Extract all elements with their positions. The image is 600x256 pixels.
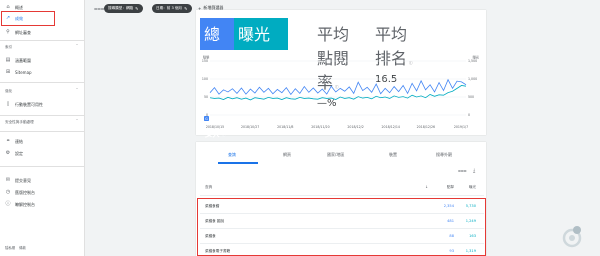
links-icon: ⚭ bbox=[5, 138, 11, 144]
terms-link[interactable]: 條款 bbox=[19, 245, 26, 250]
performance-chart: 點擊 曝光150 1,500100 1,00050 5000 02018/10/15 201… bbox=[202, 55, 480, 129]
sidebar-item-label: 網址審查 bbox=[15, 29, 31, 35]
home-icon: ⌂ bbox=[6, 4, 10, 10]
filter-icon[interactable]: ⩶ bbox=[458, 168, 467, 174]
tab-queries[interactable]: 查詢 bbox=[228, 152, 236, 158]
highlight-box bbox=[197, 198, 486, 256]
chevron-down-icon[interactable]: ˇ bbox=[76, 119, 78, 124]
info-icon: ⓘ bbox=[5, 201, 11, 207]
sidebar-item-label: 舊版控制台 bbox=[15, 189, 35, 195]
feedback-icon: ✉ bbox=[5, 177, 11, 183]
edit-icon: ✎ bbox=[135, 6, 139, 11]
sidebar-item-label: 行動裝置可用性 bbox=[15, 101, 43, 107]
sidebar-item-settings[interactable]: ⚙ 設定 bbox=[0, 148, 85, 159]
tab-search-appearance[interactable]: 搜尋外觀 bbox=[436, 152, 452, 158]
section-header-index: 索引 bbox=[5, 45, 13, 49]
sidebar-item-label: Sitemap bbox=[15, 70, 32, 75]
divider bbox=[0, 131, 85, 132]
sidebar-item-label: 提交意見 bbox=[15, 177, 31, 183]
gear-icon: ⚙ bbox=[5, 150, 11, 156]
series-line-clicks bbox=[209, 78, 467, 96]
section-header-security: 安全性與手動處理 bbox=[5, 120, 34, 124]
edit-icon: ✎ bbox=[184, 6, 188, 11]
coverage-icon: ▤ bbox=[5, 57, 11, 63]
sidebar-item-label: 連結 bbox=[15, 138, 23, 144]
sidebar-item-links[interactable]: ⚭ 連結 bbox=[0, 136, 85, 147]
sidebar-item-url-inspection[interactable]: ⚲ 網址審查 bbox=[0, 27, 85, 38]
tab-pages[interactable]: 網頁 bbox=[283, 152, 291, 158]
sidebar-item-label: 涵蓋範圍 bbox=[15, 57, 31, 63]
divider bbox=[0, 115, 85, 116]
filter-icon[interactable]: ⩶ bbox=[94, 5, 104, 13]
sidebar-item-old-version[interactable]: ◷ 舊版控制台 bbox=[0, 187, 85, 198]
metric-total-clicks[interactable]: 總點擊次數ⓘ 6600 bbox=[200, 18, 234, 157]
sidebar: ⌂ 概述 ↗ 成效 ⚲ 網址審查 索引 ˆ ▤ 涵蓋範圍 ⊞ Sitemap 強… bbox=[0, 0, 85, 256]
y-tick-right-label: 0 bbox=[468, 113, 470, 117]
x-tick-label: 2019/1/7 bbox=[454, 125, 468, 129]
y-tick-right-label: 500 bbox=[468, 95, 474, 99]
chip-label: 搜尋類型：網路 bbox=[108, 6, 134, 10]
x-tick-label: 2018/10/27 bbox=[241, 125, 259, 129]
x-tick-label: 2018/12/26 bbox=[417, 125, 435, 129]
sidebar-item-label: 設定 bbox=[15, 150, 23, 156]
sidebar-item-sitemaps[interactable]: ⊞ Sitemap bbox=[0, 67, 85, 78]
sidebar-item-coverage[interactable]: ▤ 涵蓋範圍 bbox=[0, 55, 85, 66]
filter-chip-search-type[interactable]: 搜尋類型：網路 ✎ bbox=[104, 4, 143, 13]
y-tick-left-label: 50 bbox=[204, 95, 208, 99]
sidebar-item-label: 瞭解控制台 bbox=[15, 201, 35, 207]
y-tick-left-label: 100 bbox=[202, 77, 208, 81]
x-tick-label: 2018/11/8 bbox=[277, 125, 293, 129]
download-icon[interactable]: ⤓ bbox=[473, 168, 475, 174]
phone-icon: ▯ bbox=[6, 101, 10, 107]
x-tick-label: 2018/12/2 bbox=[347, 125, 363, 129]
tab-devices[interactable]: 裝置 bbox=[389, 152, 397, 158]
y-tick-right-label: 1,500 bbox=[468, 59, 477, 63]
sort-down-icon[interactable]: ↓ bbox=[425, 185, 428, 189]
chip-label: 日期：前 3 個月 bbox=[156, 6, 183, 10]
history-icon: ◷ bbox=[5, 189, 11, 195]
chevron-up-icon[interactable]: ˆ bbox=[76, 88, 78, 93]
x-tick-label: 2018/12/14 bbox=[382, 125, 400, 129]
column-header-clicks[interactable]: 點擊 bbox=[447, 185, 454, 190]
metric-total-impressions[interactable]: 曝光總數 ⓘ 6.61萬 bbox=[234, 18, 288, 89]
tab-countries[interactable]: 國家/地區 bbox=[327, 152, 344, 158]
metric-average-ctr[interactable]: 平均點閱率 ⓘ —% bbox=[313, 18, 361, 109]
sidebar-item-label: 概述 bbox=[15, 4, 23, 10]
x-tick-label: 2018/11/20 bbox=[311, 125, 329, 129]
annotation-marker-label: G bbox=[205, 117, 208, 121]
section-header-enhancements: 強化 bbox=[5, 89, 13, 93]
filter-chip-date[interactable]: 日期：前 3 個月 ✎ bbox=[152, 4, 192, 13]
highlight-box bbox=[1, 11, 55, 26]
column-header-query[interactable]: 查詢 bbox=[205, 185, 212, 190]
column-header-impressions[interactable]: 曝光 bbox=[469, 185, 476, 190]
y-tick-left-label: 150 bbox=[202, 59, 208, 63]
sitemap-icon: ⊞ bbox=[5, 69, 11, 75]
divider bbox=[0, 82, 85, 83]
y-tick-right-label: 1,000 bbox=[468, 77, 477, 81]
sidebar-item-feedback[interactable]: ✉ 提交意見 bbox=[0, 175, 85, 186]
header-divider bbox=[200, 195, 484, 196]
privacy-link[interactable]: 隱私權 bbox=[5, 245, 15, 250]
divider bbox=[0, 166, 85, 167]
chevron-up-icon[interactable]: ˆ bbox=[76, 44, 78, 49]
site-logo bbox=[562, 226, 582, 248]
sidebar-item-about[interactable]: ⓘ 瞭解控制台 bbox=[0, 199, 85, 210]
metric-average-position[interactable]: 平均排名 ⓘ 16.5 bbox=[371, 18, 421, 85]
search-icon: ⚲ bbox=[6, 29, 10, 35]
divider bbox=[0, 40, 85, 41]
x-tick-label: 2018/10/15 bbox=[206, 125, 224, 129]
sidebar-item-mobile-usability[interactable]: ▯ 行動裝置可用性 bbox=[0, 99, 85, 110]
footer-links: 隱私權 條款 bbox=[5, 245, 26, 250]
active-tab-indicator bbox=[218, 162, 258, 164]
